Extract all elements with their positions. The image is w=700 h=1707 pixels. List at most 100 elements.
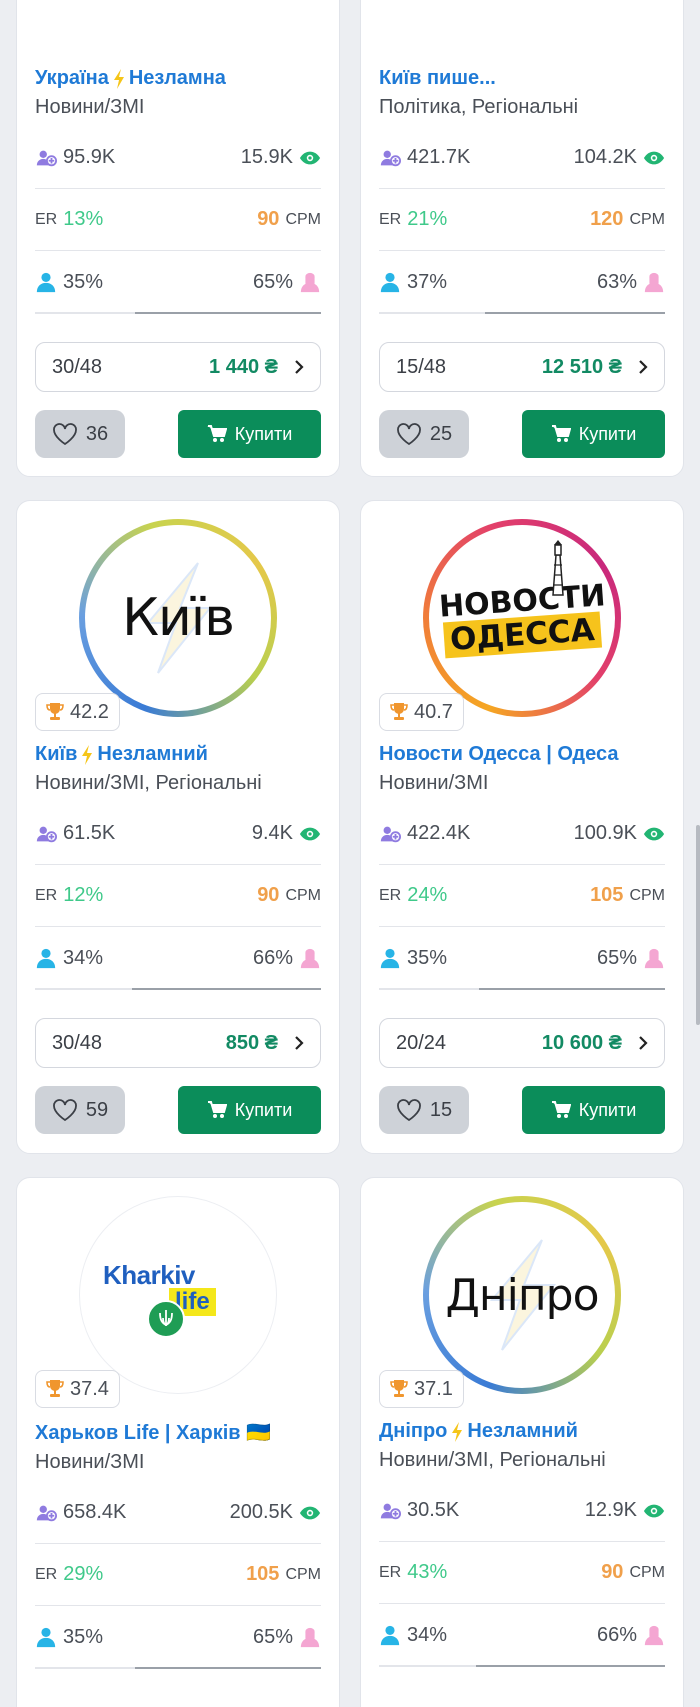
buy-button[interactable]: Купити bbox=[522, 1086, 665, 1134]
er-value: 29% bbox=[63, 1563, 104, 1585]
price-selector[interactable]: 15/48 12 510 ₴ bbox=[379, 342, 665, 392]
price-value: 850 ₴ bbox=[225, 1031, 278, 1054]
like-button[interactable]: 36 bbox=[35, 410, 125, 458]
trophy-icon bbox=[46, 1380, 64, 1397]
lighthouse-icon bbox=[552, 540, 564, 596]
subscribers-count: 658.4K bbox=[63, 1501, 127, 1523]
chevron-right-icon bbox=[295, 360, 304, 374]
audience-row: 95.9K 15.9K bbox=[35, 127, 321, 189]
male-share: 37% bbox=[407, 270, 448, 293]
rating-value: 37.4 bbox=[70, 1377, 109, 1400]
chevron-right-icon bbox=[639, 360, 648, 374]
channel-title[interactable]: Київ пише... bbox=[379, 67, 665, 90]
metrics-row: ER 24% 105 CPM bbox=[379, 865, 665, 927]
channel-avatar[interactable]: Kharkiv life bbox=[79, 1196, 277, 1394]
card-content: Дніпро Незламний Новини/ЗМІ, Регіональні… bbox=[379, 1420, 665, 1667]
channel-title[interactable]: Новости Одесса | Одеса bbox=[379, 743, 665, 766]
price-selector[interactable]: 30/48 1 440 ₴ bbox=[35, 342, 321, 392]
eye-icon bbox=[643, 151, 665, 164]
gender-progress-fill bbox=[484, 312, 665, 314]
buy-label: Купити bbox=[234, 1099, 293, 1120]
channel-title-part1: Дніпро bbox=[379, 1420, 448, 1442]
channel-avatar[interactable]: Дніпро bbox=[423, 1196, 621, 1394]
like-button[interactable]: 59 bbox=[35, 1086, 125, 1134]
heart-icon bbox=[52, 1099, 77, 1121]
metrics-row: ER 21% 120 CPM bbox=[379, 189, 665, 251]
channel-card[interactable]: Дніпро 37.1 Дніпро Незламний Новини/ЗМІ,… bbox=[360, 1177, 684, 1707]
views-count: 100.9K bbox=[573, 822, 637, 844]
like-button[interactable]: 25 bbox=[379, 410, 469, 458]
metrics-row: ER 43% 90 CPM bbox=[379, 1542, 665, 1604]
channel-title[interactable]: Україна Незламна bbox=[35, 67, 321, 90]
channel-title-part2: Незламний bbox=[467, 1420, 578, 1442]
audience-row: 30.5K 12.9K bbox=[379, 1480, 665, 1542]
heart-icon bbox=[52, 423, 77, 445]
card-content: Україна Незламна Новини/ЗМІ 95.9K 15.9K … bbox=[35, 67, 321, 458]
like-count: 59 bbox=[85, 1098, 109, 1121]
cpm-value: 90 bbox=[257, 208, 280, 230]
price-selector[interactable]: 20/24 10 600 ₴ bbox=[379, 1018, 665, 1068]
female-icon bbox=[644, 272, 664, 293]
views-count: 9.4K bbox=[251, 822, 293, 844]
gender-row: 35% 65% bbox=[35, 1606, 321, 1668]
channel-card[interactable]: Kharkiv life 37.4 Харьков Life | Харків … bbox=[16, 1177, 340, 1707]
card-content: Новости Одесса | Одеса Новини/ЗМІ 422.4K… bbox=[379, 743, 665, 1134]
page-scrollbar[interactable] bbox=[696, 825, 700, 1025]
channel-avatar[interactable]: Київ bbox=[79, 519, 277, 717]
views-count: 12.9K bbox=[584, 1499, 637, 1521]
channel-card[interactable]: НОВОСТИ ОДЕССА 40.7 Новости Одесса | Оде… bbox=[360, 500, 684, 1154]
trophy-icon bbox=[46, 703, 64, 720]
channel-card[interactable]: Київ пише... Політика, Регіональні 421.7… bbox=[360, 0, 684, 477]
cpm-label: CPM bbox=[629, 210, 665, 228]
audience-row: 422.4K 100.9K bbox=[379, 803, 665, 865]
subscribers-icon bbox=[380, 1503, 401, 1519]
er-value: 13% bbox=[63, 208, 104, 230]
slots-count: 15/48 bbox=[396, 355, 447, 378]
bolt-icon bbox=[452, 1421, 463, 1442]
er-label: ER bbox=[379, 1563, 402, 1581]
price-selector[interactable]: 30/48 850 ₴ bbox=[35, 1018, 321, 1068]
card-content: Київ Незламний Новини/ЗМІ, Регіональні 6… bbox=[35, 743, 321, 1134]
female-icon bbox=[644, 1625, 664, 1646]
cart-icon bbox=[551, 1101, 571, 1118]
heart-icon bbox=[396, 1099, 421, 1121]
male-icon bbox=[380, 1625, 400, 1646]
card-content: Харьков Life | Харків 🇺🇦 Новини/ЗМІ 658.… bbox=[35, 1420, 321, 1669]
subscribers-icon bbox=[36, 826, 57, 842]
eye-icon bbox=[299, 1506, 321, 1519]
buy-button[interactable]: Купити bbox=[178, 410, 321, 458]
like-button[interactable]: 15 bbox=[379, 1086, 469, 1134]
buy-label: Купити bbox=[578, 423, 637, 444]
channel-title[interactable]: Київ Незламний bbox=[35, 743, 321, 766]
rating-value: 37.1 bbox=[414, 1377, 453, 1400]
male-share: 34% bbox=[407, 1623, 448, 1646]
male-icon bbox=[36, 272, 56, 293]
avatar-area: НОВОСТИ ОДЕССА 40.7 bbox=[361, 517, 683, 731]
gender-progress-fill bbox=[135, 1667, 321, 1669]
price-value: 1 440 ₴ bbox=[209, 355, 278, 378]
audience-row: 421.7K 104.2K bbox=[379, 127, 665, 189]
slots-count: 20/24 bbox=[396, 1031, 447, 1054]
male-share: 35% bbox=[63, 1625, 104, 1648]
channel-title[interactable]: Харьков Life | Харків 🇺🇦 bbox=[35, 1420, 321, 1445]
buy-button[interactable]: Купити bbox=[178, 1086, 321, 1134]
buy-button[interactable]: Купити bbox=[522, 410, 665, 458]
channel-avatar[interactable]: НОВОСТИ ОДЕССА bbox=[423, 519, 621, 717]
channel-title-part1: Україна bbox=[35, 67, 109, 89]
gender-progress bbox=[379, 988, 665, 990]
channel-card[interactable]: Київ 42.2 Київ Незламний Новини/ЗМІ, Рег… bbox=[16, 500, 340, 1154]
bolt-icon bbox=[82, 744, 93, 765]
subscribers-icon bbox=[380, 150, 401, 166]
channel-title[interactable]: Дніпро Незламний bbox=[379, 1420, 665, 1443]
male-share: 35% bbox=[407, 946, 448, 969]
female-share: 66% bbox=[596, 1623, 637, 1646]
views-count: 200.5K bbox=[229, 1501, 293, 1523]
male-icon bbox=[36, 948, 56, 969]
subscribers-count: 421.7K bbox=[407, 146, 471, 168]
channel-card[interactable]: Україна Незламна Новини/ЗМІ 95.9K 15.9K … bbox=[16, 0, 340, 477]
card-actions: 15 Купити bbox=[379, 1086, 665, 1134]
er-value: 24% bbox=[407, 884, 448, 906]
cpm-label: CPM bbox=[285, 886, 321, 904]
avatar-area: Дніпро 37.1 bbox=[361, 1194, 683, 1408]
female-share: 66% bbox=[252, 946, 293, 969]
